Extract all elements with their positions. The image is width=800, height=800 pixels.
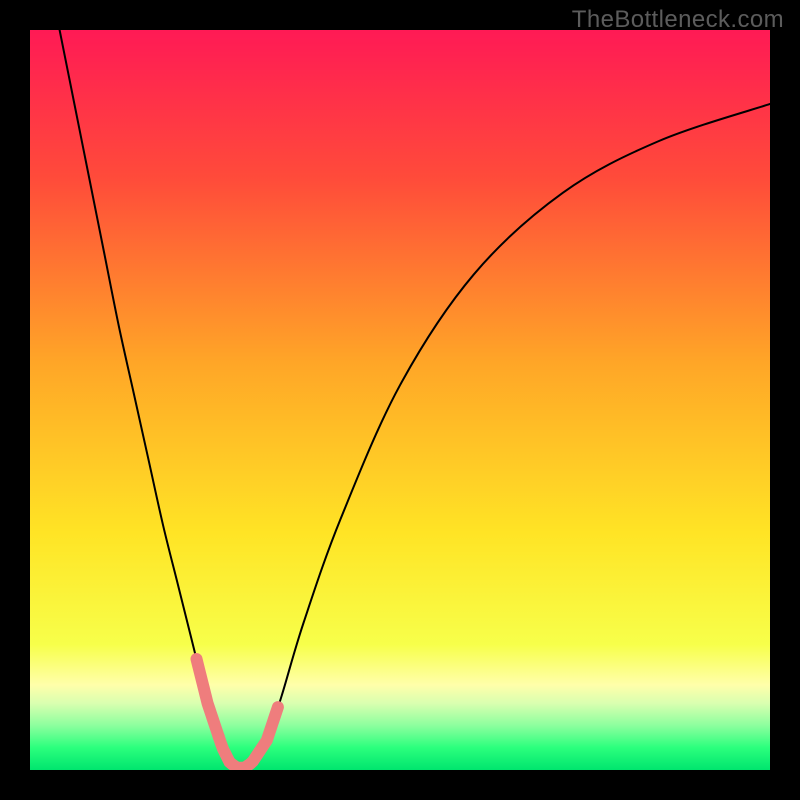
chart-svg: [30, 30, 770, 770]
plot-area: [30, 30, 770, 770]
watermark-text: TheBottleneck.com: [572, 6, 784, 34]
chart-frame: TheBottleneck.com: [0, 0, 800, 800]
